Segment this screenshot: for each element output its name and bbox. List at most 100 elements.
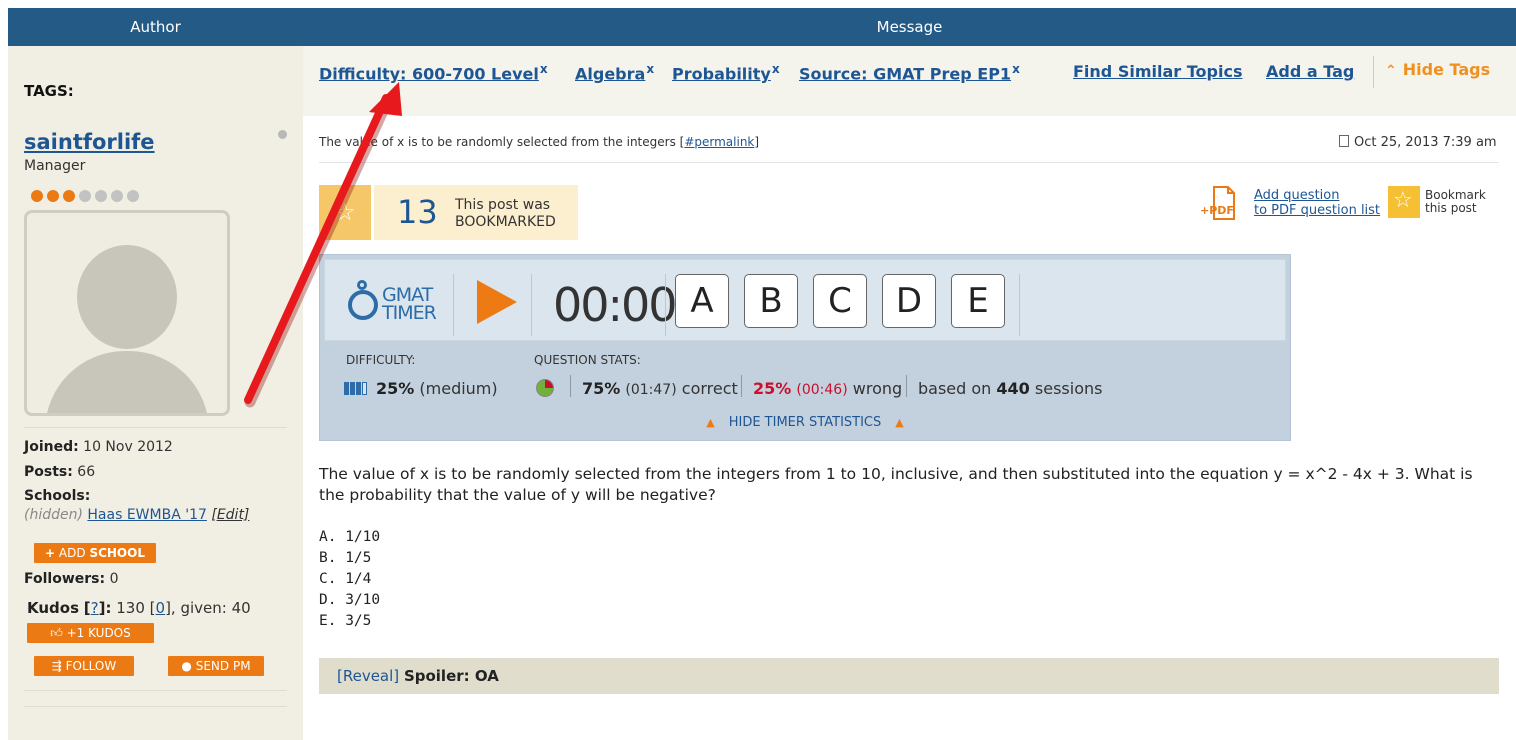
tag-label[interactable]: Difficulty: 600-700 Level bbox=[319, 64, 539, 83]
profile-bottom-divider-2 bbox=[24, 706, 287, 707]
hide-timer-statistics-button[interactable]: ▲ HIDE TIMER STATISTICS ▲ bbox=[320, 415, 1290, 430]
bookmark-text-line1: This post was bbox=[455, 197, 551, 213]
kudos-button[interactable]: 👍︎ +1 KUDOS bbox=[27, 623, 154, 643]
answer-button-d[interactable]: D bbox=[882, 274, 936, 328]
tag-label[interactable]: Algebra bbox=[575, 64, 645, 83]
correct-stats: 75% (01:47) correct bbox=[582, 379, 738, 398]
joined-value: 10 Nov 2012 bbox=[83, 439, 173, 455]
permalink-link[interactable]: #permalink bbox=[684, 135, 754, 149]
tag-remove-icon[interactable]: x bbox=[772, 62, 780, 76]
bookmark-text: This post was BOOKMARKED bbox=[455, 197, 556, 231]
pdf-link-line2[interactable]: to PDF question list bbox=[1254, 203, 1380, 218]
tag-label[interactable]: Source: GMAT Prep EP1 bbox=[799, 64, 1011, 83]
rank-dot-filled bbox=[31, 190, 43, 202]
answer-button-e[interactable]: E bbox=[951, 274, 1005, 328]
bookmark-link-line2[interactable]: this post bbox=[1425, 201, 1477, 215]
followers-info: Followers: 0 bbox=[24, 571, 118, 587]
kudos-label: Kudos bbox=[27, 599, 80, 617]
star-icon: ☆ bbox=[334, 198, 356, 226]
stats-divider bbox=[570, 375, 571, 397]
post-title: The value of x is to be randomly selecte… bbox=[319, 135, 760, 149]
school-edit-link[interactable]: [Edit] bbox=[211, 507, 249, 523]
follow-button[interactable]: ⇶ FOLLOW bbox=[34, 656, 134, 676]
option-e: E. 3/5 bbox=[319, 613, 372, 629]
hide-tags-button[interactable]: ⌃ Hide Tags bbox=[1385, 60, 1490, 79]
add-tag-link[interactable]: Add a Tag bbox=[1266, 62, 1354, 81]
hide-tags-label[interactable]: Hide Tags bbox=[1403, 60, 1490, 79]
joined-info: Joined: 10 Nov 2012 bbox=[24, 439, 173, 455]
bookmarked-box: ☆ 13 This post was BOOKMARKED bbox=[319, 185, 578, 240]
tags-divider bbox=[1373, 56, 1374, 88]
rank-dot-filled bbox=[47, 190, 59, 202]
bookmark-star-icon[interactable]: ☆ bbox=[1388, 186, 1420, 218]
posts-info: Posts: 66 bbox=[24, 464, 95, 480]
tags-label: TAGS: bbox=[24, 82, 74, 100]
bookmark-count: 13 bbox=[397, 193, 438, 231]
difficulty-bar-empty bbox=[362, 382, 367, 395]
based-on-text: based on bbox=[918, 379, 992, 398]
timer-divider bbox=[665, 274, 666, 336]
tag-label[interactable]: Probability bbox=[672, 64, 771, 83]
stats-pie-icon bbox=[536, 379, 554, 397]
post-header-divider bbox=[319, 162, 1499, 163]
kudos-given: given: 40 bbox=[180, 599, 251, 617]
message-column-header: Message bbox=[876, 18, 943, 36]
document-icon bbox=[1339, 135, 1349, 147]
send-pm-button[interactable]: ● SEND PM bbox=[168, 656, 264, 676]
hide-timer-statistics-label[interactable]: HIDE TIMER STATISTICS bbox=[729, 415, 882, 430]
online-status-icon bbox=[278, 130, 287, 139]
bookmark-post-link[interactable]: Bookmark this post bbox=[1425, 189, 1486, 215]
option-b: B. 1/5 bbox=[319, 550, 372, 566]
posts-label: Posts: bbox=[24, 464, 73, 480]
followers-label: Followers: bbox=[24, 571, 106, 587]
rank-dot-empty bbox=[111, 190, 123, 202]
tag-remove-icon[interactable]: x bbox=[1012, 62, 1020, 76]
avatar[interactable] bbox=[24, 210, 230, 416]
difficulty-label: DIFFICULTY: bbox=[346, 353, 416, 367]
pdf-icon[interactable]: +PDF bbox=[1198, 186, 1238, 220]
rank-dot-empty bbox=[79, 190, 91, 202]
kudos-zero-link[interactable]: 0 bbox=[156, 599, 166, 617]
difficulty-percent: 25% bbox=[376, 379, 415, 398]
tag-source[interactable]: Source: GMAT Prep EP1x bbox=[799, 62, 1020, 83]
timer-clock: 00:00 bbox=[553, 278, 678, 332]
gmat-timer: GMAT TIMER 00:00 A B C D E DIFFICULTY: Q… bbox=[319, 254, 1291, 441]
kudos-help-link[interactable]: ? bbox=[91, 599, 99, 617]
difficulty-value: 25% (medium) bbox=[344, 379, 498, 399]
author-username[interactable]: saintforlife bbox=[24, 130, 155, 154]
reveal-link[interactable]: [Reveal] bbox=[337, 667, 399, 685]
avatar-head bbox=[77, 245, 177, 349]
question-stats-label: QUESTION STATS: bbox=[534, 353, 641, 367]
stats-divider bbox=[906, 375, 907, 397]
tag-remove-icon[interactable]: x bbox=[540, 62, 548, 76]
timer-controls: GMAT TIMER 00:00 A B C D E bbox=[324, 259, 1286, 341]
tag-probability[interactable]: Probabilityx bbox=[672, 62, 780, 83]
tag-algebra[interactable]: Algebrax bbox=[575, 62, 654, 83]
correct-word: correct bbox=[681, 379, 738, 398]
send-pm-label: SEND PM bbox=[195, 659, 251, 673]
option-d: D. 3/10 bbox=[319, 592, 381, 608]
tag-remove-icon[interactable]: x bbox=[646, 62, 654, 76]
answer-button-b[interactable]: B bbox=[744, 274, 798, 328]
posts-value: 66 bbox=[77, 464, 96, 480]
profile-bottom-divider bbox=[24, 690, 287, 691]
add-school-button[interactable]: + ADD SCHOOL bbox=[34, 543, 156, 563]
correct-percent: 75% bbox=[582, 379, 621, 398]
school-link[interactable]: Haas EWMBA '17 bbox=[87, 507, 207, 523]
post-date: Oct 25, 2013 7:39 am bbox=[1339, 135, 1497, 150]
bookmark-star-box: ☆ bbox=[319, 185, 374, 240]
answer-button-a[interactable]: A bbox=[675, 274, 729, 328]
pdf-link-line1[interactable]: Add question bbox=[1254, 188, 1339, 203]
find-similar-topics-link[interactable]: Find Similar Topics bbox=[1073, 62, 1242, 81]
add-to-pdf-link[interactable]: Add question to PDF question list bbox=[1254, 188, 1380, 218]
play-icon[interactable] bbox=[477, 280, 517, 324]
schools-label: Schools: bbox=[24, 488, 90, 504]
timer-divider bbox=[453, 274, 454, 336]
sessions-stats: based on 440 sessions bbox=[918, 379, 1102, 398]
bookmark-link-line1[interactable]: Bookmark bbox=[1425, 188, 1486, 202]
answer-button-c[interactable]: C bbox=[813, 274, 867, 328]
tag-difficulty[interactable]: Difficulty: 600-700 Levelx bbox=[319, 62, 548, 83]
avatar-body bbox=[45, 351, 209, 413]
timer-divider bbox=[531, 274, 532, 336]
spoiler-text: Spoiler: OA bbox=[403, 667, 499, 685]
